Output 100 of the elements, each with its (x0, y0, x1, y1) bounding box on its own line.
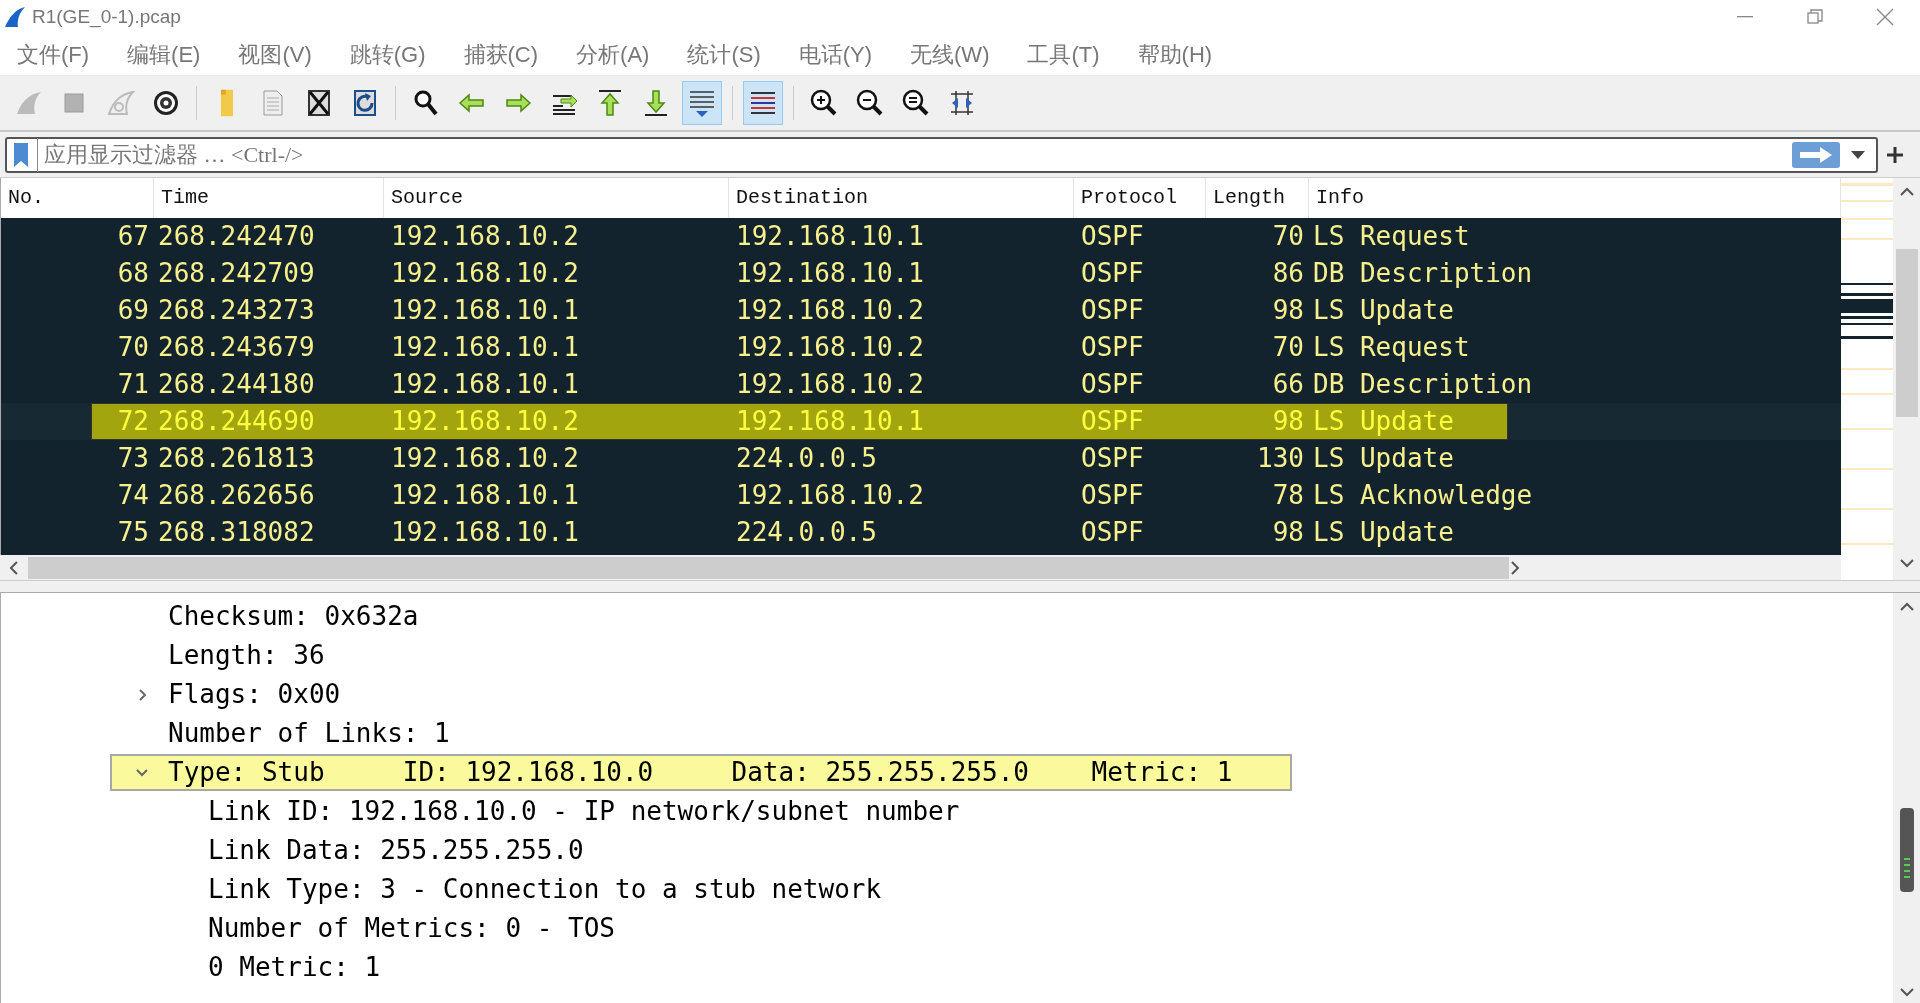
tree-item[interactable]: 0 Metric: 1 (208, 948, 381, 987)
table-cell-text: DB Description (1312, 368, 1534, 401)
menu-item[interactable]: 文件(F) (17, 38, 90, 71)
table-cell-text: 192.168.10.1 (735, 220, 925, 253)
minimize-icon (1737, 16, 1753, 18)
table-cell-text: 69 (116, 294, 150, 327)
scrollbar-thumb[interactable] (27, 556, 1510, 579)
table-cell-text: LS Acknowledge (1312, 479, 1534, 512)
table-cell-text: 192.168.10.2 (390, 220, 580, 253)
table-cell-text: 268.262656 (157, 479, 316, 512)
tree-item[interactable]: Number of Links: 1 (168, 714, 450, 753)
table-cell-text: 70 (1271, 220, 1305, 253)
zoom-reset-icon (901, 88, 931, 118)
scroll-down-icon[interactable] (1899, 987, 1914, 997)
table-cell-text: 75 (116, 516, 150, 549)
table-cell-text: OSPF (1080, 220, 1145, 253)
table-cell-text: OSPF (1080, 294, 1145, 327)
menu-item[interactable]: 跳转(G) (349, 38, 426, 71)
table-cell-text: OSPF (1080, 479, 1145, 512)
table-cell-text: 130 (1256, 442, 1305, 475)
scrollbar-thumb[interactable] (1899, 808, 1914, 892)
table-cell-text: 268.318082 (157, 516, 316, 549)
scroll-left-icon[interactable] (8, 560, 20, 575)
scrollbar-thumb[interactable] (1895, 249, 1918, 417)
menu-item[interactable]: 捕获(C) (463, 38, 539, 71)
table-cell-text: LS Request (1312, 331, 1471, 364)
table-cell-text: LS Update (1312, 294, 1455, 327)
table-cell-text: 224.0.0.5 (735, 516, 878, 549)
table-cell-text: 71 (116, 368, 150, 401)
table-cell-text: OSPF (1080, 257, 1145, 290)
caret-down-icon (1851, 150, 1865, 159)
table-cell-text: DB Description (1312, 257, 1534, 290)
table-cell-text: 192.168.10.1 (390, 516, 580, 549)
bookmark-icon[interactable] (13, 141, 29, 168)
table-cell-text: OSPF (1080, 368, 1145, 401)
table-cell-text: 74 (116, 479, 150, 512)
chevron-down-icon[interactable] (135, 768, 149, 777)
close-icon (1876, 8, 1894, 26)
table-cell-text: LS Update (1312, 442, 1455, 475)
menu-item[interactable]: 帮助(H) (1137, 38, 1213, 71)
table-cell-text: 192.168.10.2 (735, 294, 925, 327)
folder-icon (221, 89, 233, 117)
table-cell-text: 192.168.10.2 (735, 331, 925, 364)
scroll-down-icon[interactable] (1899, 558, 1914, 568)
table-cell-text: 268.244690 (157, 405, 316, 438)
vertical-scrollbar[interactable] (1893, 178, 1920, 580)
table-cell-text: 192.168.10.1 (735, 405, 925, 438)
menu-item[interactable]: 无线(W) (910, 38, 990, 71)
scroll-up-icon[interactable] (1899, 602, 1914, 612)
table-cell-text: 192.168.10.2 (390, 442, 580, 475)
toolbar-button[interactable] (743, 81, 783, 125)
scroll-up-icon[interactable] (1899, 187, 1914, 197)
tree-item[interactable]: Link Data: 255.255.255.0 (208, 831, 584, 870)
table-cell-text: 192.168.10.2 (390, 405, 580, 438)
tree-item[interactable]: Number of Metrics: 0 - TOS (208, 909, 615, 948)
plus-icon (1887, 146, 1903, 163)
window-title: R1(GE_0-1).pcap (32, 4, 181, 30)
menu-item[interactable]: 工具(T) (1027, 38, 1100, 71)
table-cell-text: OSPF (1080, 516, 1145, 549)
table-cell-text: OSPF (1080, 442, 1145, 475)
table-cell-text: LS Request (1312, 220, 1471, 253)
tree-item[interactable]: Checksum: 0x632a (168, 597, 419, 636)
table-cell-text: 192.168.10.1 (390, 368, 580, 401)
tree-item[interactable]: Link ID: 192.168.10.0 - IP network/subnet number (208, 792, 960, 831)
table-cell-text: 192.168.10.1 (390, 479, 580, 512)
restart-fin-icon (105, 88, 135, 118)
table-cell-text: 73 (116, 442, 150, 475)
table-cell-text: 67 (116, 220, 150, 253)
table-cell-text: 98 (1271, 516, 1305, 549)
zoom-in-icon (809, 88, 839, 118)
table-cell-text: 86 (1271, 257, 1305, 290)
menu-item[interactable]: 统计(S) (687, 38, 761, 71)
table-cell-text: 192.168.10.1 (390, 331, 580, 364)
table-cell-text: 268.243273 (157, 294, 316, 327)
table-cell-text: 68 (116, 257, 150, 290)
menu-item[interactable]: 编辑(E) (127, 38, 201, 71)
table-cell-text: 192.168.10.2 (735, 479, 925, 512)
table-cell-text: 98 (1271, 294, 1305, 327)
menu-item[interactable]: 电话(Y) (798, 38, 873, 71)
horizontal-scrollbar[interactable] (0, 555, 1841, 580)
table-cell-text: 192.168.10.1 (390, 294, 580, 327)
table-cell-text: 268.243679 (157, 331, 316, 364)
table-cell-text: 192.168.10.1 (735, 257, 925, 290)
right-arrow-icon (1798, 145, 1834, 164)
vertical-scrollbar[interactable] (1893, 593, 1920, 1003)
tree-item[interactable]: Link Type: 3 - Connection to a stub network (208, 870, 882, 909)
app-fin-icon (4, 6, 26, 28)
scroll-right-icon[interactable] (1509, 560, 1521, 575)
chevron-right-icon[interactable] (137, 687, 147, 702)
table-cell-text: 98 (1271, 405, 1305, 438)
filter-bar[interactable]: 应用显示过滤器 … <Ctrl-/> (5, 136, 1878, 173)
tree-item[interactable]: Length: 36 (168, 636, 325, 675)
table-cell-text: 268.242709 (157, 257, 316, 290)
table-cell-text: OSPF (1080, 331, 1145, 364)
menu-item[interactable]: 视图(V) (238, 38, 312, 71)
menu-item[interactable]: 分析(A) (576, 38, 650, 71)
tree-item[interactable]: Flags: 0x00 (168, 675, 341, 714)
table-cell-text: LS Update (1312, 516, 1455, 549)
table-cell-text: 192.168.10.2 (735, 368, 925, 401)
table-cell-text: 268.242470 (157, 220, 316, 253)
